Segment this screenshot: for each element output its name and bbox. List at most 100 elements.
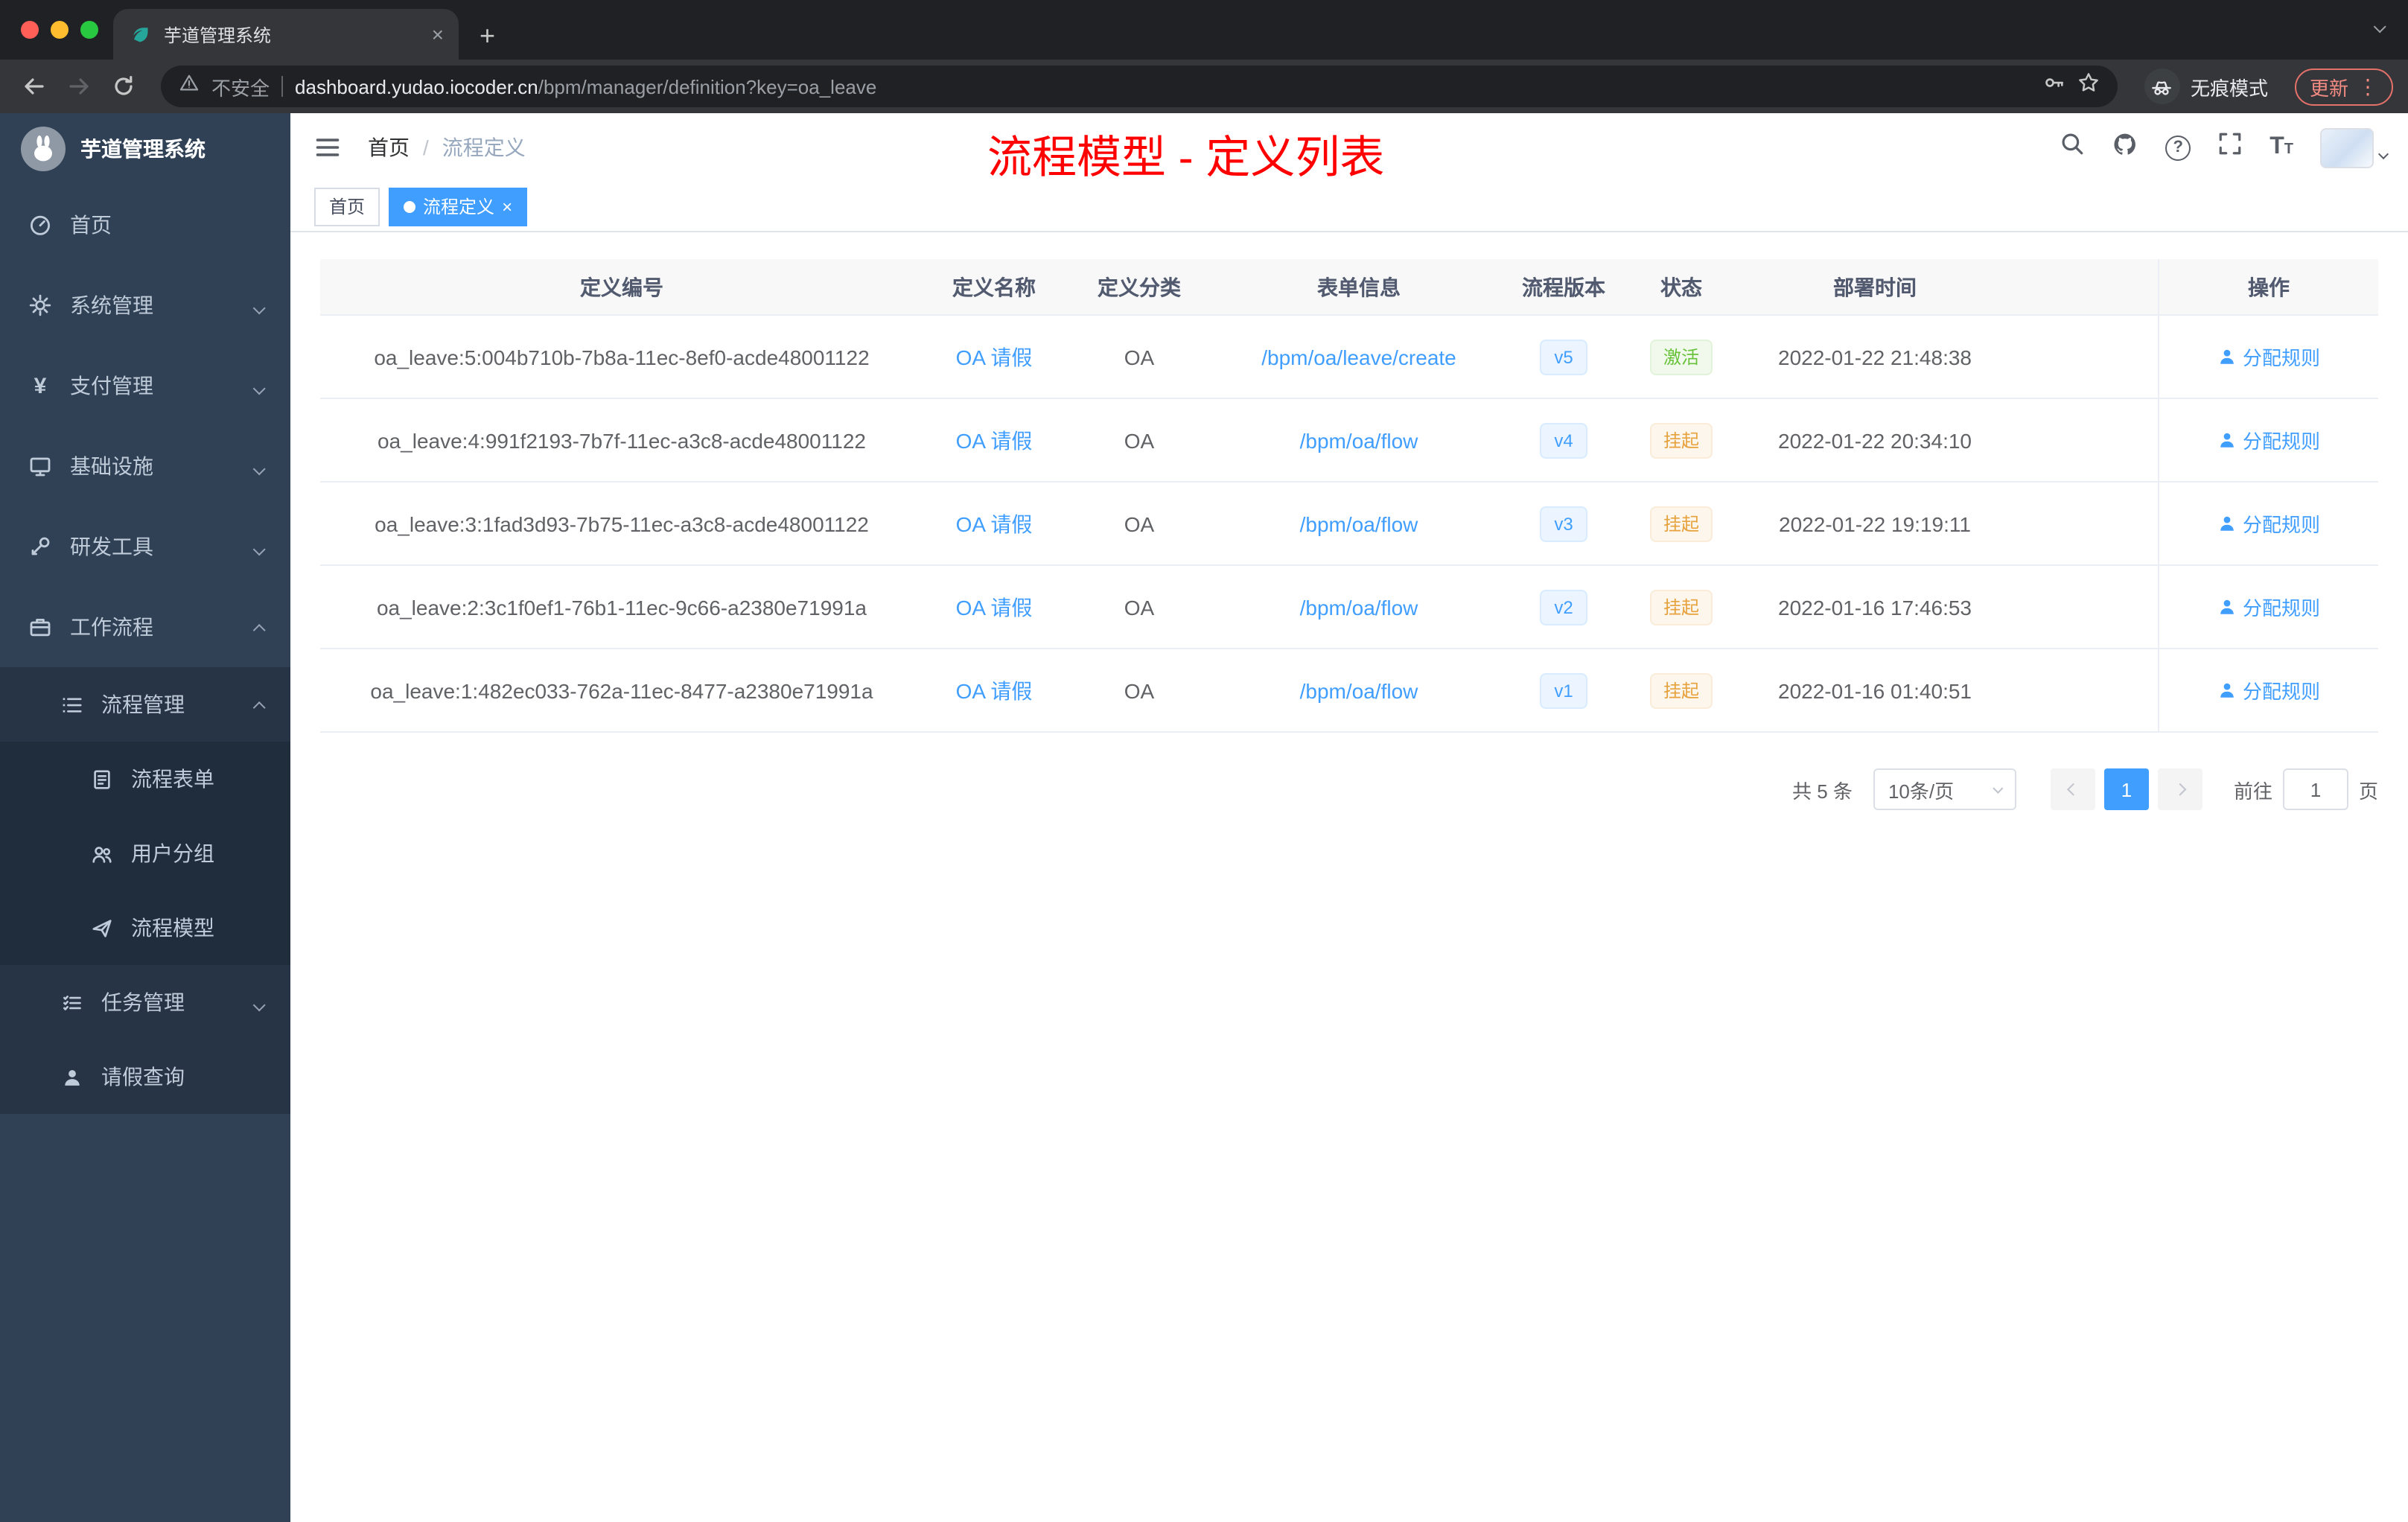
omnibox-divider <box>281 76 284 97</box>
password-key-icon[interactable] <box>2043 71 2065 101</box>
sidebar-item-label: 系统管理 <box>70 293 153 317</box>
avatar-image <box>2320 127 2374 168</box>
browser-toolbar: 不安全 dashboard.yudao.iocoder.cn/bpm/manag… <box>0 60 2408 113</box>
menu-overflow-icon[interactable]: ⋮ <box>2357 76 2378 97</box>
incognito-icon <box>2144 69 2180 104</box>
minimize-window-button[interactable] <box>51 21 69 39</box>
gear-icon <box>28 293 52 317</box>
assign-rule-button[interactable]: 分配规则 <box>2217 426 2320 454</box>
maximize-window-button[interactable] <box>80 21 98 39</box>
definition-name-link[interactable]: OA 请假 <box>956 342 1033 372</box>
yen-icon: ¥ <box>34 373 47 398</box>
security-label[interactable]: 不安全 <box>211 72 270 101</box>
tab-search-chevron-icon[interactable] <box>2373 12 2386 39</box>
page-number-button[interactable]: 1 <box>2103 768 2149 810</box>
definition-name-link[interactable]: OA 请假 <box>956 509 1033 538</box>
form-link[interactable]: /bpm/oa/flow <box>1300 512 1418 535</box>
sidebar-item-user-group[interactable]: 用户分组 <box>0 816 290 891</box>
page-content: 定义编号 定义名称 定义分类 表单信息 流程版本 状态 部署时间 操作 oa_l… <box>290 232 2408 1522</box>
search-icon[interactable] <box>2060 131 2085 164</box>
category-cell: OA <box>1124 345 1155 369</box>
sidebar-item-label: 支付管理 <box>70 374 153 398</box>
sidebar-item-label: 用户分组 <box>131 841 214 865</box>
sidebar-toggle-icon[interactable] <box>311 131 344 164</box>
sidebar-item-home[interactable]: 首页 <box>0 185 290 265</box>
version-badge: v3 <box>1539 506 1588 541</box>
form-link[interactable]: /bpm/oa/flow <box>1300 595 1418 619</box>
update-chip[interactable]: 更新 ⋮ <box>2294 68 2393 105</box>
briefcase-icon <box>28 615 52 639</box>
sidebar-item-leave-query[interactable]: 请假查询 <box>0 1039 290 1114</box>
assign-rule-button[interactable]: 分配规则 <box>2217 343 2320 371</box>
definition-name-link[interactable]: OA 请假 <box>956 592 1033 622</box>
category-cell: OA <box>1124 595 1155 619</box>
col-form-info: 表单信息 <box>1317 275 1401 299</box>
category-cell: OA <box>1124 512 1155 535</box>
assign-rule-button[interactable]: 分配规则 <box>2217 593 2320 621</box>
bookmark-star-icon[interactable] <box>2077 71 2100 101</box>
close-window-button[interactable] <box>21 21 39 39</box>
tag-process-definition[interactable]: 流程定义 × <box>389 187 528 226</box>
breadcrumb-home[interactable]: 首页 <box>368 133 410 162</box>
definition-name-link[interactable]: OA 请假 <box>956 675 1033 705</box>
sidebar-item-task-manage[interactable]: 任务管理 <box>0 965 290 1039</box>
person-icon <box>60 1065 83 1089</box>
sidebar-item-label: 流程表单 <box>131 767 214 791</box>
assign-rule-button[interactable]: 分配规则 <box>2217 676 2320 704</box>
paper-plane-icon <box>89 916 113 940</box>
github-icon[interactable] <box>2112 130 2138 165</box>
page-title-annotation: 流程模型 - 定义列表 <box>987 134 1385 183</box>
goto-page-input[interactable] <box>2282 768 2348 810</box>
url-text[interactable]: dashboard.yudao.iocoder.cn/bpm/manager/d… <box>295 75 2031 98</box>
tag-close-icon[interactable]: × <box>502 197 512 215</box>
definition-name-link[interactable]: OA 请假 <box>956 425 1033 455</box>
sidebar-item-infrastructure[interactable]: 基础设施 <box>0 426 290 506</box>
form-link[interactable]: /bpm/oa/flow <box>1300 428 1418 452</box>
assign-rule-button[interactable]: 分配规则 <box>2217 509 2320 538</box>
new-tab-button[interactable]: + <box>480 22 495 49</box>
page-size-select[interactable]: 10条/页 <box>1873 768 2016 810</box>
deploy-time-cell: 2022-01-16 17:46:53 <box>1778 595 1972 619</box>
deploy-time-cell: 2022-01-22 21:48:38 <box>1778 345 1972 369</box>
breadcrumb-separator: / <box>423 136 429 159</box>
help-icon[interactable]: ? <box>2165 135 2191 160</box>
prev-page-button[interactable] <box>2050 768 2095 810</box>
definition-id-cell: oa_leave:2:3c1f0ef1-76b1-11ec-9c66-a2380… <box>376 595 867 619</box>
incognito-badge: 无痕模式 <box>2144 69 2268 104</box>
status-badge: 挂起 <box>1649 506 1713 541</box>
definition-id-cell: oa_leave:3:1fad3d93-7b75-11ec-a3c8-acde4… <box>375 512 869 535</box>
user-icon <box>2220 433 2234 448</box>
user-avatar[interactable] <box>2320 127 2389 168</box>
forward-button[interactable] <box>60 67 98 106</box>
definition-id-cell: oa_leave:5:004b710b-7b8a-11ec-8ef0-acde4… <box>374 345 870 369</box>
definition-id-cell: oa_leave:1:482ec033-762a-11ec-8477-a2380… <box>370 678 873 702</box>
sidebar-item-label: 研发工具 <box>70 535 153 558</box>
sidebar-item-process-manage[interactable]: 流程管理 <box>0 667 290 742</box>
font-size-icon[interactable]: TT <box>2270 135 2293 159</box>
tag-home[interactable]: 首页 <box>314 187 380 226</box>
goto-page: 前往 页 <box>2234 768 2378 810</box>
sidebar-item-workflow[interactable]: 工作流程 <box>0 587 290 667</box>
breadcrumb: 首页 / 流程定义 <box>368 133 526 162</box>
sidebar-logo[interactable]: 芋道管理系统 <box>0 113 290 185</box>
sidebar-item-process-model[interactable]: 流程模型 <box>0 891 290 965</box>
browser-tab[interactable]: 芋道管理系统 × <box>113 9 459 60</box>
address-bar[interactable]: 不安全 dashboard.yudao.iocoder.cn/bpm/manag… <box>161 66 2118 107</box>
form-link[interactable]: /bpm/oa/flow <box>1300 678 1418 702</box>
back-button[interactable] <box>15 67 54 106</box>
sidebar-item-label: 流程模型 <box>131 916 214 940</box>
app-navbar: 首页 / 流程定义 流程模型 - 定义列表 ? TT <box>290 113 2408 183</box>
form-link[interactable]: /bpm/oa/leave/create <box>1261 345 1456 369</box>
chevron-down-icon <box>252 535 266 558</box>
sidebar-item-payment[interactable]: ¥ 支付管理 <box>0 346 290 426</box>
fullscreen-icon[interactable] <box>2217 131 2243 164</box>
next-page-button[interactable] <box>2157 768 2202 810</box>
checklist-icon <box>60 990 83 1014</box>
sidebar-item-process-form[interactable]: 流程表单 <box>0 742 290 816</box>
category-cell: OA <box>1124 428 1155 452</box>
deploy-time-cell: 2022-01-22 20:34:10 <box>1778 428 1972 452</box>
sidebar-item-system[interactable]: 系统管理 <box>0 265 290 346</box>
tab-close-icon[interactable]: × <box>432 24 444 45</box>
reload-button[interactable] <box>104 67 143 106</box>
sidebar-item-devtools[interactable]: 研发工具 <box>0 506 290 587</box>
